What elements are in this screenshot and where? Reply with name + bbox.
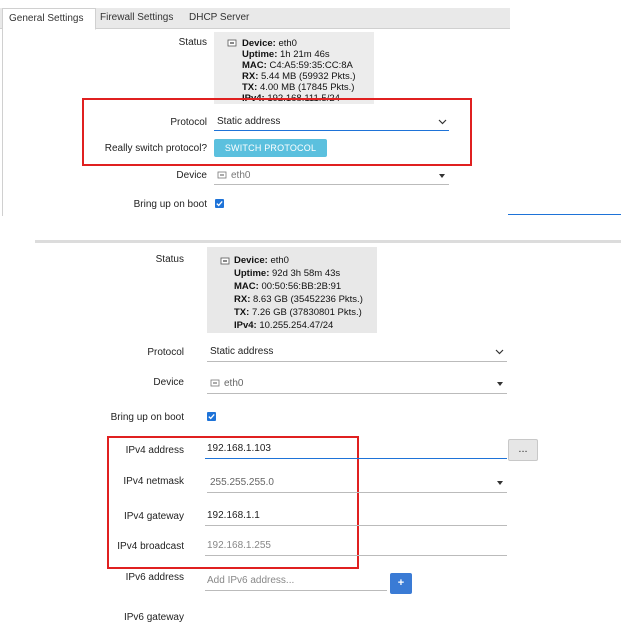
status-line-uptime: Uptime: 92d 3h 58m 43s (234, 268, 341, 279)
status-label: Status (155, 254, 184, 265)
protocol-value: Static address (210, 346, 274, 357)
top-panel: General Settings Firewall Settings DHCP … (0, 0, 621, 222)
status-line-device: Device: eth0 (242, 38, 297, 49)
status-line-ipv4: IPv4: 10.255.254.47/24 (234, 320, 334, 331)
tab-label: General Settings (9, 13, 84, 24)
status-line-tx: TX: 4.00 MB (17845 Pkts.) (242, 82, 355, 93)
ipv6-address-label: IPv6 address (125, 572, 184, 583)
ipv4-address-label: IPv4 address (125, 445, 184, 456)
active-underline (508, 214, 621, 215)
checkbox-checked-icon (216, 200, 223, 207)
checkbox-checked-icon (208, 413, 215, 420)
network-port-icon (220, 257, 230, 265)
caret-down-icon (497, 481, 503, 485)
protocol-label: Protocol (170, 117, 207, 128)
status-label: Status (178, 37, 207, 48)
tab-label: DHCP Server (189, 12, 250, 23)
status-line-uptime: Uptime: 1h 21m 46s (242, 49, 330, 60)
status-box: Device: eth0 Uptime: 92d 3h 58m 43s MAC:… (207, 247, 377, 333)
add-ipv6-button[interactable]: + (390, 573, 412, 594)
device-select[interactable]: eth0 (214, 168, 449, 185)
protocol-value: Static address (217, 116, 281, 127)
bring-up-label: Bring up on boot (110, 412, 184, 423)
tab-firewall-settings[interactable]: Firewall Settings (98, 8, 182, 28)
status-line-device: Device: eth0 (234, 255, 289, 266)
protocol-select[interactable]: Static address (214, 114, 449, 131)
ipv4-broadcast-label: IPv4 broadcast (117, 541, 184, 552)
ipv4-gateway-input[interactable]: 192.168.1.1 (205, 507, 507, 526)
tab-label: Firewall Settings (100, 12, 174, 23)
status-box: Device: eth0 Uptime: 1h 21m 46s MAC: C4:… (214, 32, 374, 104)
network-port-icon (217, 171, 227, 179)
caret-down-icon (439, 174, 445, 178)
ipv4-netmask-label: IPv4 netmask (123, 476, 184, 487)
ipv4-broadcast-input[interactable]: 192.168.1.255 (205, 537, 507, 556)
ipv6-address-input[interactable]: Add IPv6 address... (205, 572, 387, 591)
bottom-panel: Status Device: eth0 Uptime: 92d 3h 58m 4… (0, 243, 621, 623)
device-value: eth0 (224, 378, 244, 389)
status-line-mac: MAC: C4:A5:59:35:CC:8A (242, 60, 353, 71)
device-value: eth0 (231, 170, 251, 181)
status-line-rx: RX: 8.63 GB (35452236 Pkts.) (234, 294, 363, 305)
ipv6-address-placeholder: Add IPv6 address... (207, 575, 295, 586)
tab-bar: General Settings Firewall Settings DHCP … (0, 8, 510, 30)
ipv4-address-value: 192.168.1.103 (207, 443, 271, 454)
bring-up-checkbox[interactable] (207, 412, 216, 421)
network-port-icon (227, 39, 237, 47)
device-label: Device (176, 170, 207, 181)
tab-general-settings[interactable]: General Settings (2, 8, 96, 30)
switch-protocol-button[interactable]: SWITCH PROTOCOL (214, 139, 327, 157)
bring-up-checkbox[interactable] (215, 199, 224, 208)
chevron-down-icon (438, 119, 447, 125)
status-line-rx: RX: 5.44 MB (59932 Pkts.) (242, 71, 356, 82)
protocol-label: Protocol (147, 347, 184, 358)
ipv4-broadcast-placeholder: 192.168.1.255 (207, 540, 271, 551)
bring-up-label: Bring up on boot (133, 199, 207, 210)
network-port-icon (210, 379, 220, 387)
caret-down-icon (497, 382, 503, 386)
status-line-tx: TX: 7.26 GB (37830801 Pkts.) (234, 307, 362, 318)
ipv4-gateway-label: IPv4 gateway (123, 511, 184, 522)
ipv4-netmask-value: 255.255.255.0 (210, 477, 274, 488)
ipv4-address-input[interactable]: 192.168.1.103 (205, 440, 507, 459)
device-select[interactable]: eth0 (207, 375, 507, 394)
chevron-down-icon (495, 349, 504, 355)
really-switch-label: Really switch protocol? (104, 143, 207, 154)
ipv6-gateway-label: IPv6 gateway (123, 612, 184, 623)
add-ipv4-button[interactable]: ... (508, 439, 538, 461)
ipv4-gateway-value: 192.168.1.1 (207, 510, 260, 521)
status-line-mac: MAC: 00:50:56:BB:2B:91 (234, 281, 342, 292)
ipv4-netmask-select[interactable]: 255.255.255.0 (207, 474, 507, 493)
panel-left-border (2, 28, 3, 216)
protocol-select[interactable]: Static address (207, 343, 507, 362)
tab-dhcp-server[interactable]: DHCP Server (187, 8, 257, 28)
device-label: Device (153, 377, 184, 388)
